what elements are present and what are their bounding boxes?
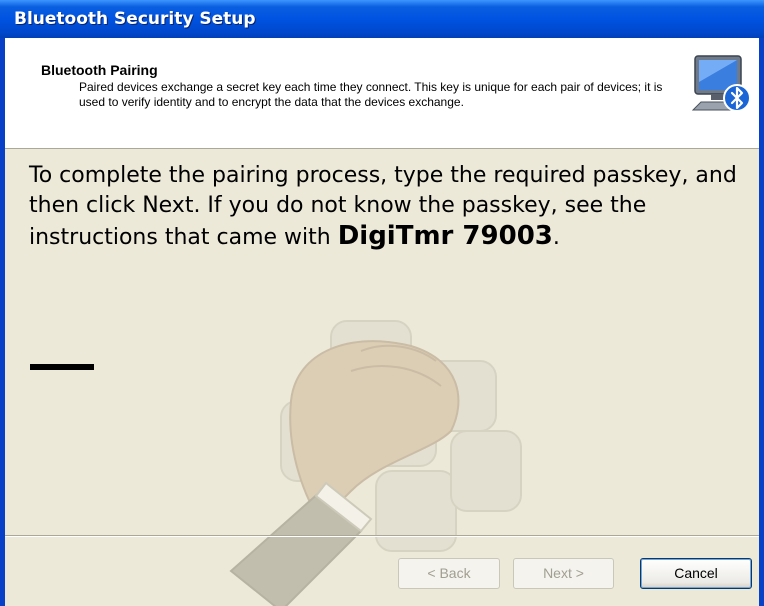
next-button[interactable]: Next > — [513, 558, 614, 589]
button-separator — [5, 535, 759, 537]
cancel-button[interactable]: Cancel — [640, 558, 752, 589]
wizard-content: To complete the pairing process, type th… — [5, 149, 759, 606]
hand-keypad-icon — [211, 291, 551, 606]
wizard-header: Bluetooth Pairing Paired devices exchang… — [5, 38, 759, 149]
header-description: Paired devices exchange a secret key eac… — [79, 80, 663, 109]
dialog-window: Bluetooth Security Setup Bluetooth Pairi… — [0, 0, 764, 606]
pairing-instruction: To complete the pairing process, type th… — [29, 161, 749, 253]
instruction-suffix: . — [552, 225, 560, 250]
title-bar[interactable]: Bluetooth Security Setup — [0, 0, 764, 38]
computer-bluetooth-icon — [691, 52, 753, 116]
device-name: DigiTmr 79003 — [337, 221, 553, 251]
header-title: Bluetooth Pairing — [41, 62, 158, 78]
passkey-cursor-underline — [30, 364, 94, 370]
back-button[interactable]: < Back — [398, 558, 500, 589]
window-border-right — [759, 38, 764, 606]
window-title: Bluetooth Security Setup — [14, 9, 256, 29]
